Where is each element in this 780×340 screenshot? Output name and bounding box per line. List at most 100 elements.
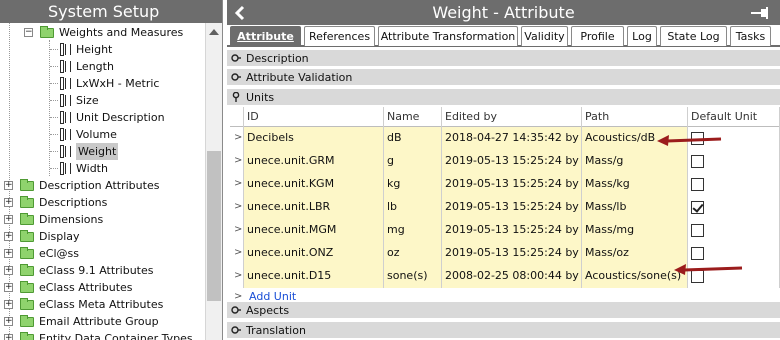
expand-toggle-icon[interactable]: + (4, 232, 13, 241)
expand-toggle-icon[interactable]: + (4, 215, 13, 224)
cell-id[interactable]: unece.unit.KGM (244, 173, 384, 196)
section-attribute-validation[interactable]: Attribute Validation (227, 69, 780, 86)
row-expand-icon[interactable]: > (230, 265, 244, 288)
tree-item[interactable]: + eCl@ss (0, 245, 205, 262)
row-expand-icon[interactable]: > (230, 219, 244, 242)
column-header-edited-by[interactable]: Edited by (442, 107, 582, 127)
default-unit-checkbox[interactable] (691, 132, 704, 145)
expand-toggle-icon[interactable]: + (4, 334, 13, 340)
cell-path[interactable]: Acoustics/sone(s) (582, 265, 688, 288)
section-translation[interactable]: Translation (227, 322, 780, 339)
cell-path[interactable]: Mass/kg (582, 173, 688, 196)
expanded-toggle-icon[interactable] (231, 92, 241, 102)
default-unit-checkbox[interactable] (691, 224, 704, 237)
section-description[interactable]: Description (227, 50, 780, 67)
cell-id[interactable]: unece.unit.D15 (244, 265, 384, 288)
default-unit-checkbox[interactable] (691, 270, 704, 283)
section-aspects[interactable]: Aspects (227, 302, 780, 319)
tree-item[interactable]: − Weights and Measures (0, 24, 205, 41)
row-expand-icon[interactable]: > (230, 127, 244, 150)
table-row[interactable]: > unece.unit.D15 sone(s) 2008-02-25 08:00:4… (230, 265, 780, 288)
tree-item[interactable]: + eClass Meta Attributes (0, 296, 205, 313)
cell-name[interactable]: mg (384, 219, 442, 242)
expand-toggle-icon[interactable]: + (4, 317, 13, 326)
tree-item[interactable]: + Display (0, 228, 205, 245)
cell-edited-by[interactable]: 2019-05-13 15:25:24 by ... (442, 196, 582, 219)
column-header-id[interactable]: ID (244, 107, 384, 127)
section-units[interactable]: Units (227, 89, 780, 106)
tree-item[interactable]: + Dimensions (0, 211, 205, 228)
tree-item[interactable]: Weight (0, 143, 205, 160)
row-expand-icon[interactable]: > (230, 173, 244, 196)
tree-item[interactable]: + Email Attribute Group (0, 313, 205, 330)
cell-id[interactable]: unece.unit.ONZ (244, 242, 384, 265)
column-header-default[interactable]: Default Unit (688, 107, 780, 127)
collapsed-toggle-icon[interactable] (231, 53, 241, 63)
cell-path[interactable]: Acoustics/dB (582, 127, 688, 150)
cell-edited-by[interactable]: 2008-02-25 08:00:44 by S... (442, 265, 582, 288)
table-row[interactable]: > unece.unit.MGM mg 2019-05-13 15:25:24 by … (230, 219, 780, 242)
pin-icon[interactable] (750, 6, 770, 20)
cell-name[interactable]: kg (384, 173, 442, 196)
default-unit-checkbox[interactable] (691, 247, 704, 260)
default-unit-checkbox[interactable] (691, 201, 704, 214)
tree-item[interactable]: Height (0, 41, 205, 58)
tree-item[interactable]: Length (0, 58, 205, 75)
tab-attribute[interactable]: Attribute (230, 26, 301, 46)
default-unit-checkbox[interactable] (691, 155, 704, 168)
tree-item[interactable]: Size (0, 92, 205, 109)
tree-item[interactable]: Width (0, 160, 205, 177)
tab-tasks[interactable]: Tasks (730, 26, 771, 46)
expand-toggle-icon[interactable]: + (4, 181, 13, 190)
tab-attribute-transformation[interactable]: Attribute Transformation (378, 26, 518, 46)
tree-item[interactable]: + Entity Data Container Types (0, 330, 205, 340)
cell-path[interactable]: Mass/g (582, 150, 688, 173)
table-row[interactable]: > unece.unit.GRM g 2019-05-13 15:25:24 by .… (230, 150, 780, 173)
scroll-thumb[interactable] (207, 151, 221, 301)
row-expand-icon[interactable]: > (230, 196, 244, 219)
cell-edited-by[interactable]: 2019-05-13 15:25:24 by ... (442, 173, 582, 196)
default-unit-checkbox[interactable] (691, 178, 704, 191)
tab-state-log[interactable]: State Log (660, 26, 727, 46)
tree-item[interactable]: + eClass Attributes (0, 279, 205, 296)
cell-name[interactable]: sone(s) (384, 265, 442, 288)
cell-edited-by[interactable]: 2019-05-13 15:25:24 by ... (442, 150, 582, 173)
tab-validity[interactable]: Validity (521, 26, 568, 46)
tab-profile[interactable]: Profile (571, 26, 624, 46)
collapsed-toggle-icon[interactable] (231, 325, 241, 335)
expand-toggle-icon[interactable]: + (4, 249, 13, 258)
back-arrow-icon[interactable] (233, 5, 247, 21)
table-row[interactable]: > unece.unit.KGM kg 2019-05-13 15:25:24 by … (230, 173, 780, 196)
collapsed-toggle-icon[interactable] (231, 305, 241, 315)
cell-path[interactable]: Mass/mg (582, 219, 688, 242)
tree-item[interactable]: LxWxH - Metric (0, 75, 205, 92)
cell-id[interactable]: unece.unit.LBR (244, 196, 384, 219)
collapse-toggle-icon[interactable]: − (24, 28, 33, 37)
tree-item[interactable]: + eClass 9.1 Attributes (0, 262, 205, 279)
cell-name[interactable]: dB (384, 127, 442, 150)
scroll-up-icon[interactable] (209, 29, 219, 35)
collapsed-toggle-icon[interactable] (231, 72, 241, 82)
cell-id[interactable]: Decibels (244, 127, 384, 150)
expand-toggle-icon[interactable]: + (4, 198, 13, 207)
cell-edited-by[interactable]: 2019-05-13 15:25:24 by ... (442, 242, 582, 265)
tree-item[interactable]: Unit Description (0, 109, 205, 126)
column-header-path[interactable]: Path (582, 107, 688, 127)
cell-edited-by[interactable]: 2019-05-13 15:25:24 by ... (442, 219, 582, 242)
expand-toggle-icon[interactable]: + (4, 266, 13, 275)
row-expand-icon[interactable]: > (230, 242, 244, 265)
tree-item[interactable]: + Description Attributes (0, 177, 205, 194)
cell-path[interactable]: Mass/lb (582, 196, 688, 219)
cell-edited-by[interactable]: 2018-04-27 14:35:42 by ... (442, 127, 582, 150)
row-expand-icon[interactable]: > (230, 150, 244, 173)
tree-item[interactable]: Volume (0, 126, 205, 143)
column-header-name[interactable]: Name (384, 107, 442, 127)
expand-toggle-icon[interactable]: + (4, 300, 13, 309)
cell-name[interactable]: lb (384, 196, 442, 219)
tab-log[interactable]: Log (627, 26, 657, 46)
tab-references[interactable]: References (304, 26, 375, 46)
cell-id[interactable]: unece.unit.MGM (244, 219, 384, 242)
cell-name[interactable]: oz (384, 242, 442, 265)
cell-name[interactable]: g (384, 150, 442, 173)
cell-path[interactable]: Mass/oz (582, 242, 688, 265)
